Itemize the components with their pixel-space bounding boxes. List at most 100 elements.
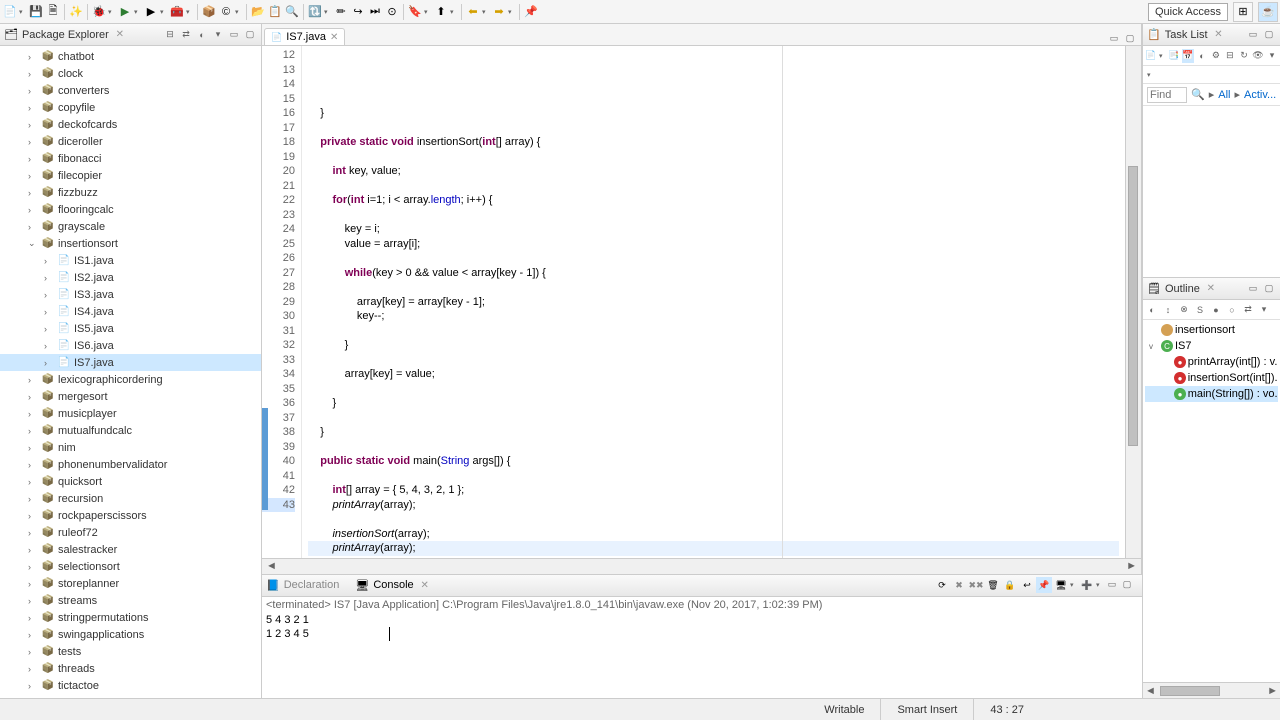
maximize-icon[interactable]: ▢ [1262, 282, 1276, 296]
hide-local-icon[interactable]: ○ [1225, 303, 1239, 317]
open-perspective-icon[interactable]: ⊞ [1233, 2, 1253, 22]
horizontal-scrollbar[interactable]: ◄ ► [262, 558, 1141, 574]
quick-access[interactable]: Quick Access [1148, 3, 1228, 21]
tree-package[interactable]: ›tictactoe [0, 677, 261, 694]
package-tree[interactable]: ›chatbot›clock›converters›copyfile›decko… [0, 46, 261, 698]
tree-package[interactable]: ›clock [0, 65, 261, 82]
maximize-icon[interactable]: ▢ [1262, 28, 1276, 42]
search-icon[interactable]: 🔍 [284, 4, 300, 20]
tree-file[interactable]: ›IS6.java [0, 337, 261, 354]
save-icon[interactable]: 💾 [28, 4, 44, 20]
vertical-scrollbar[interactable] [1125, 46, 1141, 558]
minimize-icon[interactable]: ▭ [1246, 282, 1260, 296]
outline-item[interactable]: vCIS7 [1145, 338, 1278, 354]
tree-file[interactable]: ›IS7.java [0, 354, 261, 371]
menu-icon[interactable]: ▾ [1257, 303, 1271, 317]
link-editor-icon[interactable]: ⇄ [179, 28, 193, 42]
search-icon[interactable]: 🔍 [1191, 88, 1205, 101]
open-task-icon[interactable]: 📋 [267, 4, 283, 20]
tree-file[interactable]: ›IS2.java [0, 269, 261, 286]
collapse-icon[interactable]: ⊟ [1224, 49, 1236, 63]
terminate-relaunch-icon[interactable]: ⟳ [934, 577, 950, 593]
maximize-icon[interactable]: ▢ [1123, 31, 1137, 45]
word-wrap-icon[interactable]: ↩ [1019, 577, 1035, 593]
tree-package[interactable]: ›ruleof72 [0, 524, 261, 541]
tree-package[interactable]: ›diceroller [0, 133, 261, 150]
tree-package[interactable]: ›recursion [0, 490, 261, 507]
dropdown-icon[interactable]: ▾ [1147, 67, 1155, 83]
outline-item[interactable]: ●insertionSort(int[])... [1145, 370, 1278, 386]
tree-package[interactable]: ›tests [0, 643, 261, 660]
clear-console-icon[interactable]: 🗑 [985, 577, 1001, 593]
skip-icon[interactable]: ⏭ [367, 4, 383, 20]
close-icon[interactable]: ✕ [418, 578, 432, 592]
tree-file[interactable]: ›IS4.java [0, 303, 261, 320]
minimize-icon[interactable]: ▭ [1246, 28, 1260, 42]
nav-icon[interactable]: 🔖 [407, 4, 423, 20]
tree-package[interactable]: ›mergesort [0, 388, 261, 405]
wand-icon[interactable]: ✨ [68, 4, 84, 20]
display-console-icon[interactable]: 🖥 [1053, 577, 1069, 593]
minimize-icon[interactable]: ▭ [1107, 31, 1121, 45]
schedule-icon[interactable]: 📅 [1182, 49, 1194, 63]
close-icon[interactable]: ✕ [330, 32, 338, 43]
tree-file[interactable]: ›IS3.java [0, 286, 261, 303]
tree-package[interactable]: ›musicplayer [0, 405, 261, 422]
view-menu-icon[interactable]: ▾ [211, 28, 225, 42]
categorize-icon[interactable]: 📑 [1168, 49, 1180, 63]
tree-file[interactable]: ›IS1.java [0, 252, 261, 269]
hide-static-icon[interactable]: S [1193, 303, 1207, 317]
ext-tools-icon[interactable]: 🧰 [169, 4, 185, 20]
pin-icon[interactable]: 📌 [523, 4, 539, 20]
coverage-icon[interactable]: ▶ [143, 4, 159, 20]
java-perspective-icon[interactable]: ☕ [1258, 2, 1278, 22]
tree-package[interactable]: ›salestracker [0, 541, 261, 558]
tree-package[interactable]: ›stringpermutations [0, 609, 261, 626]
tree-package[interactable]: ›converters [0, 82, 261, 99]
tree-package[interactable]: ›quicksort [0, 473, 261, 490]
tree-package[interactable]: ›mutualfundcalc [0, 422, 261, 439]
outline-tree[interactable]: insertionsortvCIS7●printArray(int[]) : v… [1143, 320, 1280, 682]
menu-icon[interactable]: ▾ [1266, 49, 1278, 63]
outline-item[interactable]: ●printArray(int[]) : v... [1145, 354, 1278, 370]
new-icon[interactable]: 📄 [2, 4, 18, 20]
minimize-icon[interactable]: ▭ [227, 28, 241, 42]
close-icon[interactable]: ✕ [113, 28, 127, 42]
minimize-icon[interactable]: ▭ [1105, 577, 1119, 591]
fwd-icon[interactable]: ➡ [491, 4, 507, 20]
remove-launch-icon[interactable]: ✖ [951, 577, 967, 593]
mark-icon[interactable]: ✏ [333, 4, 349, 20]
tree-package[interactable]: ›flooringcalc [0, 201, 261, 218]
tree-package[interactable]: ›filecopier [0, 167, 261, 184]
prev-icon[interactable]: ⬆ [433, 4, 449, 20]
filter-icon[interactable]: ⚙ [1210, 49, 1222, 63]
tree-package[interactable]: ›streams [0, 592, 261, 609]
console-output[interactable]: 5 4 3 2 1 1 2 3 4 5 [262, 613, 1142, 699]
tree-package[interactable]: ›phonenumbervalidator [0, 456, 261, 473]
tree-package[interactable]: ›threads [0, 660, 261, 677]
hide-nonpublic-icon[interactable]: ● [1209, 303, 1223, 317]
close-icon[interactable]: ✕ [1204, 282, 1218, 296]
link-icon[interactable]: ⇄ [1241, 303, 1255, 317]
tree-package[interactable]: ›storeplanner [0, 575, 261, 592]
open-console-icon[interactable]: ➕ [1079, 577, 1095, 593]
tree-package[interactable]: ›rockpaperscissors [0, 507, 261, 524]
scroll-lock-icon[interactable]: 🔒 [1002, 577, 1018, 593]
pin-console-icon[interactable]: 📌 [1036, 577, 1052, 593]
maximize-icon[interactable]: ▢ [1120, 577, 1134, 591]
remove-all-icon[interactable]: ✖✖ [968, 577, 984, 593]
tree-package[interactable]: ›grayscale [0, 218, 261, 235]
tree-package[interactable]: ›fizzbuzz [0, 184, 261, 201]
back-icon[interactable]: ⬅ [465, 4, 481, 20]
horizontal-scrollbar[interactable]: ◄ ► [1143, 682, 1280, 698]
focus-icon[interactable]: ◐ [1196, 49, 1208, 63]
tab-console[interactable]: Console [373, 579, 413, 591]
editor-tab[interactable]: IS7.java ✕ [264, 28, 345, 45]
open-type-icon[interactable]: 📂 [250, 4, 266, 20]
step-icon[interactable]: ↪ [350, 4, 366, 20]
tab-declaration[interactable]: Declaration [284, 579, 340, 591]
tree-package[interactable]: ›swingapplications [0, 626, 261, 643]
maximize-icon[interactable]: ▢ [243, 28, 257, 42]
tree-package[interactable]: ›nim [0, 439, 261, 456]
hide-fields-icon[interactable]: ⊗ [1177, 303, 1191, 317]
